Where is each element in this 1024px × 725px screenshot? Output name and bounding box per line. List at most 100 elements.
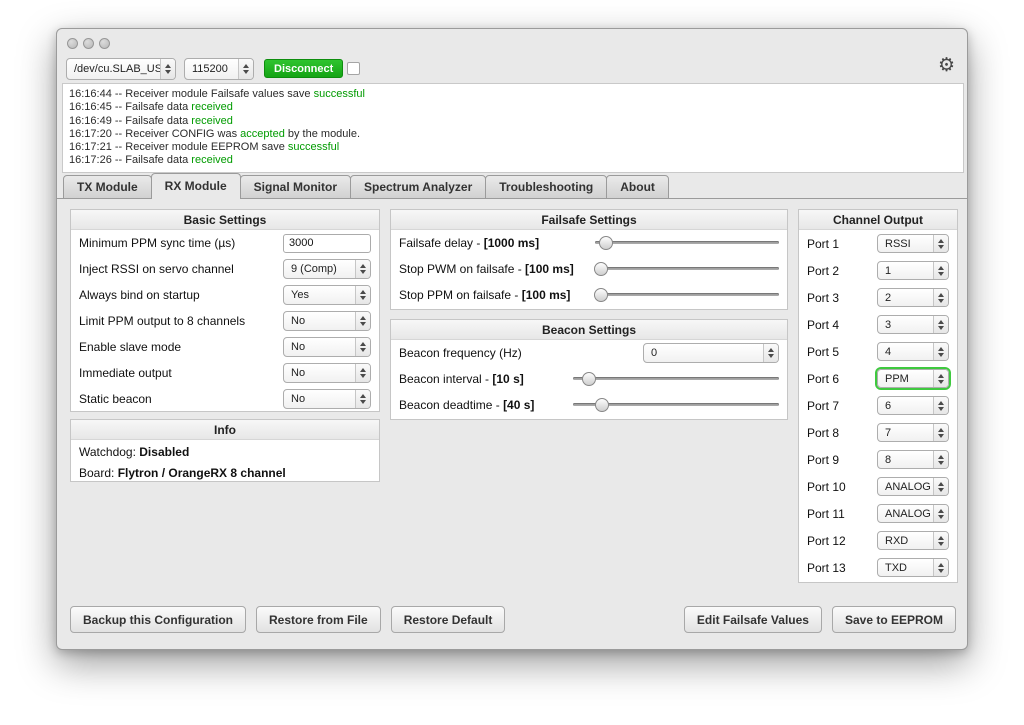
- backup-config-button[interactable]: Backup this Configuration: [70, 606, 246, 633]
- inject-rssi-select[interactable]: 9 (Comp): [283, 259, 371, 279]
- port-label: Port 10: [807, 480, 846, 494]
- slider-thumb[interactable]: [595, 398, 609, 412]
- serial-port-value: /dev/cu.SLAB_US: [74, 63, 160, 75]
- port-8-select[interactable]: 7: [877, 423, 949, 442]
- stop-pwm-slider[interactable]: [595, 262, 779, 276]
- slider-thumb[interactable]: [594, 262, 608, 276]
- port-label: Port 2: [807, 264, 839, 278]
- gear-icon[interactable]: ⚙: [938, 54, 955, 76]
- port-label: Port 9: [807, 453, 839, 467]
- port-7-select[interactable]: 6: [877, 396, 949, 415]
- port-label: Port 8: [807, 426, 839, 440]
- stepper-icon: [933, 559, 948, 576]
- edit-failsafe-values-button[interactable]: Edit Failsafe Values: [684, 606, 822, 633]
- stepper-icon: [933, 505, 948, 522]
- setting-label: Static beacon: [79, 392, 152, 406]
- port-2-select[interactable]: 1: [877, 261, 949, 280]
- stepper-icon: [933, 316, 948, 333]
- stepper-icon: [933, 235, 948, 252]
- tab-about[interactable]: About: [606, 175, 669, 199]
- app-window: /dev/cu.SLAB_US 115200 Disconnect ⚙ 16:1…: [56, 28, 968, 650]
- port-5-select[interactable]: 4: [877, 342, 949, 361]
- footer-bar: Backup this Configuration Restore from F…: [70, 606, 956, 633]
- beacon-deadtime-slider[interactable]: [573, 398, 779, 412]
- setting-label: Immediate output: [79, 366, 172, 380]
- stepper-icon: [355, 338, 370, 356]
- panel-title: Info: [71, 420, 379, 440]
- port-1-select[interactable]: RSSI: [877, 234, 949, 253]
- save-to-eeprom-button[interactable]: Save to EEPROM: [832, 606, 956, 633]
- stepper-icon: [933, 343, 948, 360]
- log-output: 16:16:44 -- Receiver module Failsafe val…: [62, 83, 964, 173]
- beacon-interval-slider[interactable]: [573, 372, 779, 386]
- log-line: 16:17:20 -- Receiver CONFIG was accepted…: [69, 128, 957, 141]
- port-label: Port 7: [807, 399, 839, 413]
- setting-label: Failsafe delay - [1000 ms]: [399, 236, 539, 250]
- stepper-icon: [355, 390, 370, 408]
- failsafe-delay-slider[interactable]: [595, 236, 779, 250]
- stepper-icon: [933, 478, 948, 495]
- port-3-select[interactable]: 2: [877, 288, 949, 307]
- tab-rx-module[interactable]: RX Module: [151, 173, 241, 199]
- toolbar-checkbox[interactable]: [347, 62, 360, 75]
- minimize-button[interactable]: [83, 38, 94, 49]
- setting-label: Beacon interval - [10 s]: [399, 372, 524, 386]
- port-label: Port 11: [807, 507, 845, 521]
- beacon-settings-panel: Beacon Settings Beacon frequency (Hz) 0 …: [390, 319, 788, 420]
- slider-thumb[interactable]: [582, 372, 596, 386]
- static-beacon-select[interactable]: No: [283, 389, 371, 409]
- panel-title: Failsafe Settings: [391, 210, 787, 230]
- basic-settings-panel: Basic Settings Minimum PPM sync time (µs…: [70, 209, 380, 412]
- stepper-icon: [933, 424, 948, 441]
- stepper-icon: [763, 344, 778, 362]
- port-6-select[interactable]: PPM: [877, 369, 949, 388]
- tab-signal-monitor[interactable]: Signal Monitor: [240, 175, 351, 199]
- port-13-select[interactable]: TXD: [877, 558, 949, 577]
- port-11-select[interactable]: ANALOG: [877, 504, 949, 523]
- panel-title: Channel Output: [799, 210, 957, 230]
- stepper-icon: [355, 286, 370, 304]
- setting-label: Beacon deadtime - [40 s]: [399, 398, 534, 412]
- stepper-icon: [933, 262, 948, 279]
- panel-title: Beacon Settings: [391, 320, 787, 340]
- disconnect-button[interactable]: Disconnect: [264, 59, 343, 78]
- ppm-sync-time-input[interactable]: [283, 234, 371, 253]
- stepper-icon: [933, 451, 948, 468]
- baud-rate-select[interactable]: 115200: [184, 58, 254, 80]
- stepper-icon: [355, 260, 370, 278]
- beacon-frequency-spinner[interactable]: 0: [643, 343, 779, 363]
- slider-thumb[interactable]: [594, 288, 608, 302]
- restore-default-button[interactable]: Restore Default: [391, 606, 506, 633]
- stepper-icon: [933, 370, 948, 387]
- close-button[interactable]: [67, 38, 78, 49]
- port-10-select[interactable]: ANALOG: [877, 477, 949, 496]
- tab-spectrum-analyzer[interactable]: Spectrum Analyzer: [350, 175, 486, 199]
- stepper-icon: [933, 532, 948, 549]
- watchdog-status: Watchdog: Disabled: [71, 440, 379, 461]
- setting-label: Minimum PPM sync time (µs): [79, 236, 235, 250]
- channel-output-panel: Channel Output Port 1 RSSI Port 2 1 Port…: [798, 209, 958, 583]
- setting-label: Inject RSSI on servo channel: [79, 262, 234, 276]
- setting-label: Always bind on startup: [79, 288, 200, 302]
- port-4-select[interactable]: 3: [877, 315, 949, 334]
- zoom-button[interactable]: [99, 38, 110, 49]
- slave-mode-select[interactable]: No: [283, 337, 371, 357]
- limit-ppm-select[interactable]: No: [283, 311, 371, 331]
- port-12-select[interactable]: RXD: [877, 531, 949, 550]
- titlebar: [67, 38, 110, 49]
- bind-on-startup-select[interactable]: Yes: [283, 285, 371, 305]
- stop-ppm-slider[interactable]: [595, 288, 779, 302]
- serial-port-select[interactable]: /dev/cu.SLAB_US: [66, 58, 176, 80]
- immediate-output-select[interactable]: No: [283, 363, 371, 383]
- setting-label: Beacon frequency (Hz): [399, 346, 522, 360]
- slider-thumb[interactable]: [599, 236, 613, 250]
- tab-tx-module[interactable]: TX Module: [63, 175, 152, 199]
- stepper-icon: [933, 289, 948, 306]
- port-label: Port 4: [807, 318, 839, 332]
- port-label: Port 6: [807, 372, 839, 386]
- port-label: Port 12: [807, 534, 846, 548]
- port-9-select[interactable]: 8: [877, 450, 949, 469]
- tab-troubleshooting[interactable]: Troubleshooting: [485, 175, 607, 199]
- restore-from-file-button[interactable]: Restore from File: [256, 606, 381, 633]
- port-label: Port 13: [807, 561, 846, 575]
